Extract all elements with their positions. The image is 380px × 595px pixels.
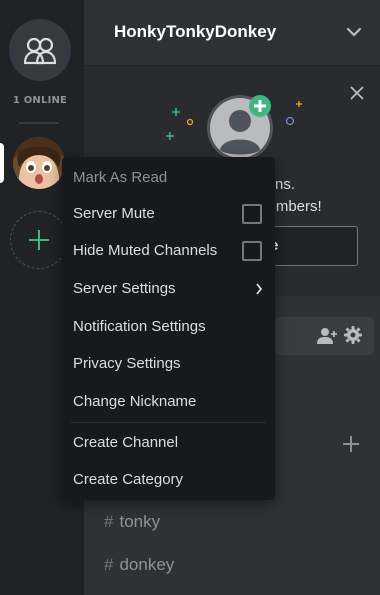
hash-icon: # [104,555,114,574]
close-icon[interactable] [350,86,364,100]
server-header[interactable]: HonkyTonkyDonkey [84,0,380,66]
chevron-right-icon [256,283,263,295]
channel-item-tonky[interactable]: # tonky [104,512,160,532]
chevron-down-icon[interactable] [346,26,362,38]
channel-item-donkey[interactable]: # donkey [104,555,174,575]
server-mute-checkbox[interactable] [242,204,262,224]
menu-item-server-mute[interactable]: Server Mute [73,202,155,226]
add-channel-icon[interactable] [342,435,360,453]
menu-item-create-category[interactable]: Create Category [73,468,183,492]
server-icon-honkytonkydonkey[interactable] [13,137,65,189]
menu-item-server-settings[interactable]: Server Settings [73,277,176,301]
hash-icon: # [104,512,114,531]
menu-item-create-channel[interactable]: Create Channel [73,431,178,455]
server-name: HonkyTonkyDonkey [114,22,277,41]
channel-name: tonky [119,512,161,531]
menu-item-hide-muted-channels[interactable]: Hide Muted Channels [73,239,217,263]
add-server-button[interactable] [10,211,68,269]
channel-name: donkey [119,555,175,574]
selected-channel-row[interactable] [274,317,374,355]
friends-home-button[interactable] [9,19,71,81]
menu-item-notification-settings[interactable]: Notification Settings [73,315,206,339]
server-avatar-image [13,137,65,189]
gear-icon[interactable] [344,326,362,344]
rail-divider [19,122,59,124]
online-count: 1 ONLINE [12,95,68,106]
selected-server-pill [0,143,4,183]
hide-muted-checkbox[interactable] [242,241,262,261]
invite-user-icon[interactable] [316,327,338,345]
plus-icon [29,230,49,250]
menu-item-change-nickname[interactable]: Change Nickname [73,390,196,414]
menu-item-mark-as-read[interactable]: Mark As Read [73,166,167,190]
server-context-menu: Mark As Read Server Mute Hide Muted Chan… [62,157,275,500]
menu-divider [71,422,266,423]
invite-avatar-illustration-icon [166,95,302,161]
menu-item-privacy-settings[interactable]: Privacy Settings [73,352,181,376]
friends-icon [23,37,57,65]
